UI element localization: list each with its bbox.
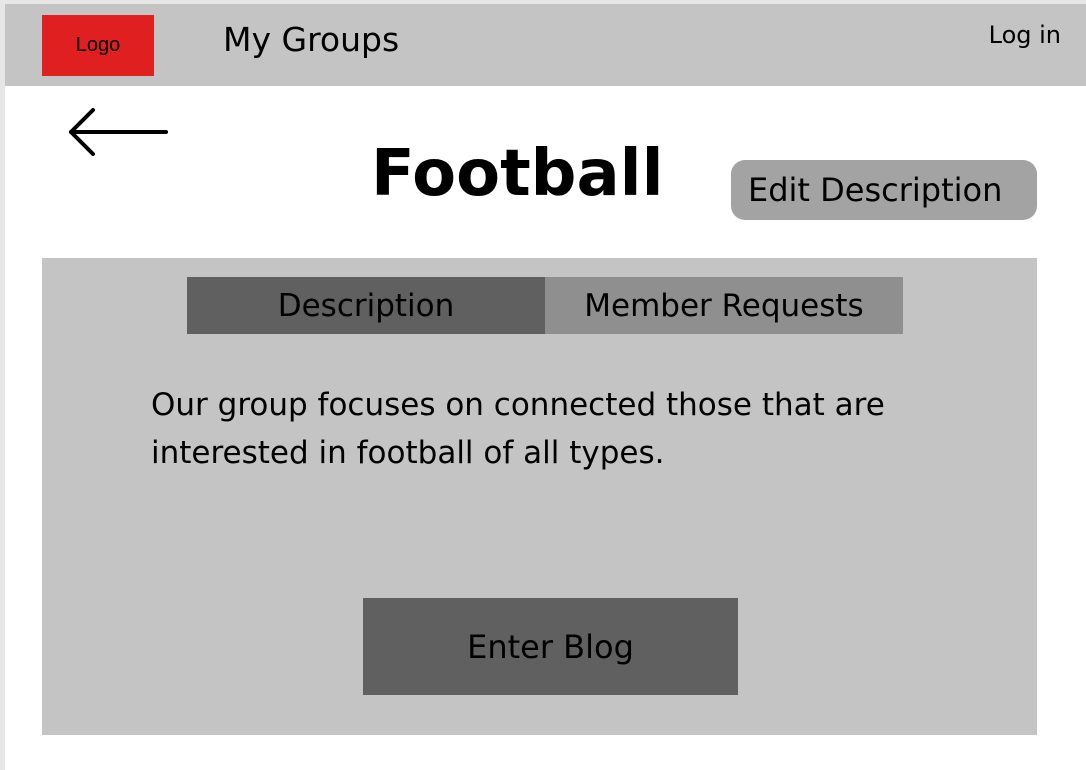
logo[interactable]: Logo — [42, 15, 154, 76]
login-link[interactable]: Log in — [989, 21, 1061, 49]
edit-description-button[interactable]: Edit Description — [731, 160, 1037, 220]
enter-blog-button[interactable]: Enter Blog — [363, 598, 738, 695]
group-panel: Description Member Requests Our group fo… — [42, 258, 1037, 735]
back-arrow-svg — [69, 108, 168, 156]
tab-description[interactable]: Description — [187, 277, 545, 334]
top-nav-bar: Logo My Groups Log in — [5, 4, 1086, 86]
nav-title-my-groups[interactable]: My Groups — [223, 20, 399, 59]
app-frame: Logo My Groups Log in Football Edit Desc… — [5, 4, 1086, 770]
arrow-left-icon[interactable] — [67, 108, 169, 156]
tab-member-requests[interactable]: Member Requests — [545, 277, 903, 334]
page-title: Football — [371, 137, 664, 211]
group-description-text: Our group focuses on connected those tha… — [151, 387, 885, 471]
